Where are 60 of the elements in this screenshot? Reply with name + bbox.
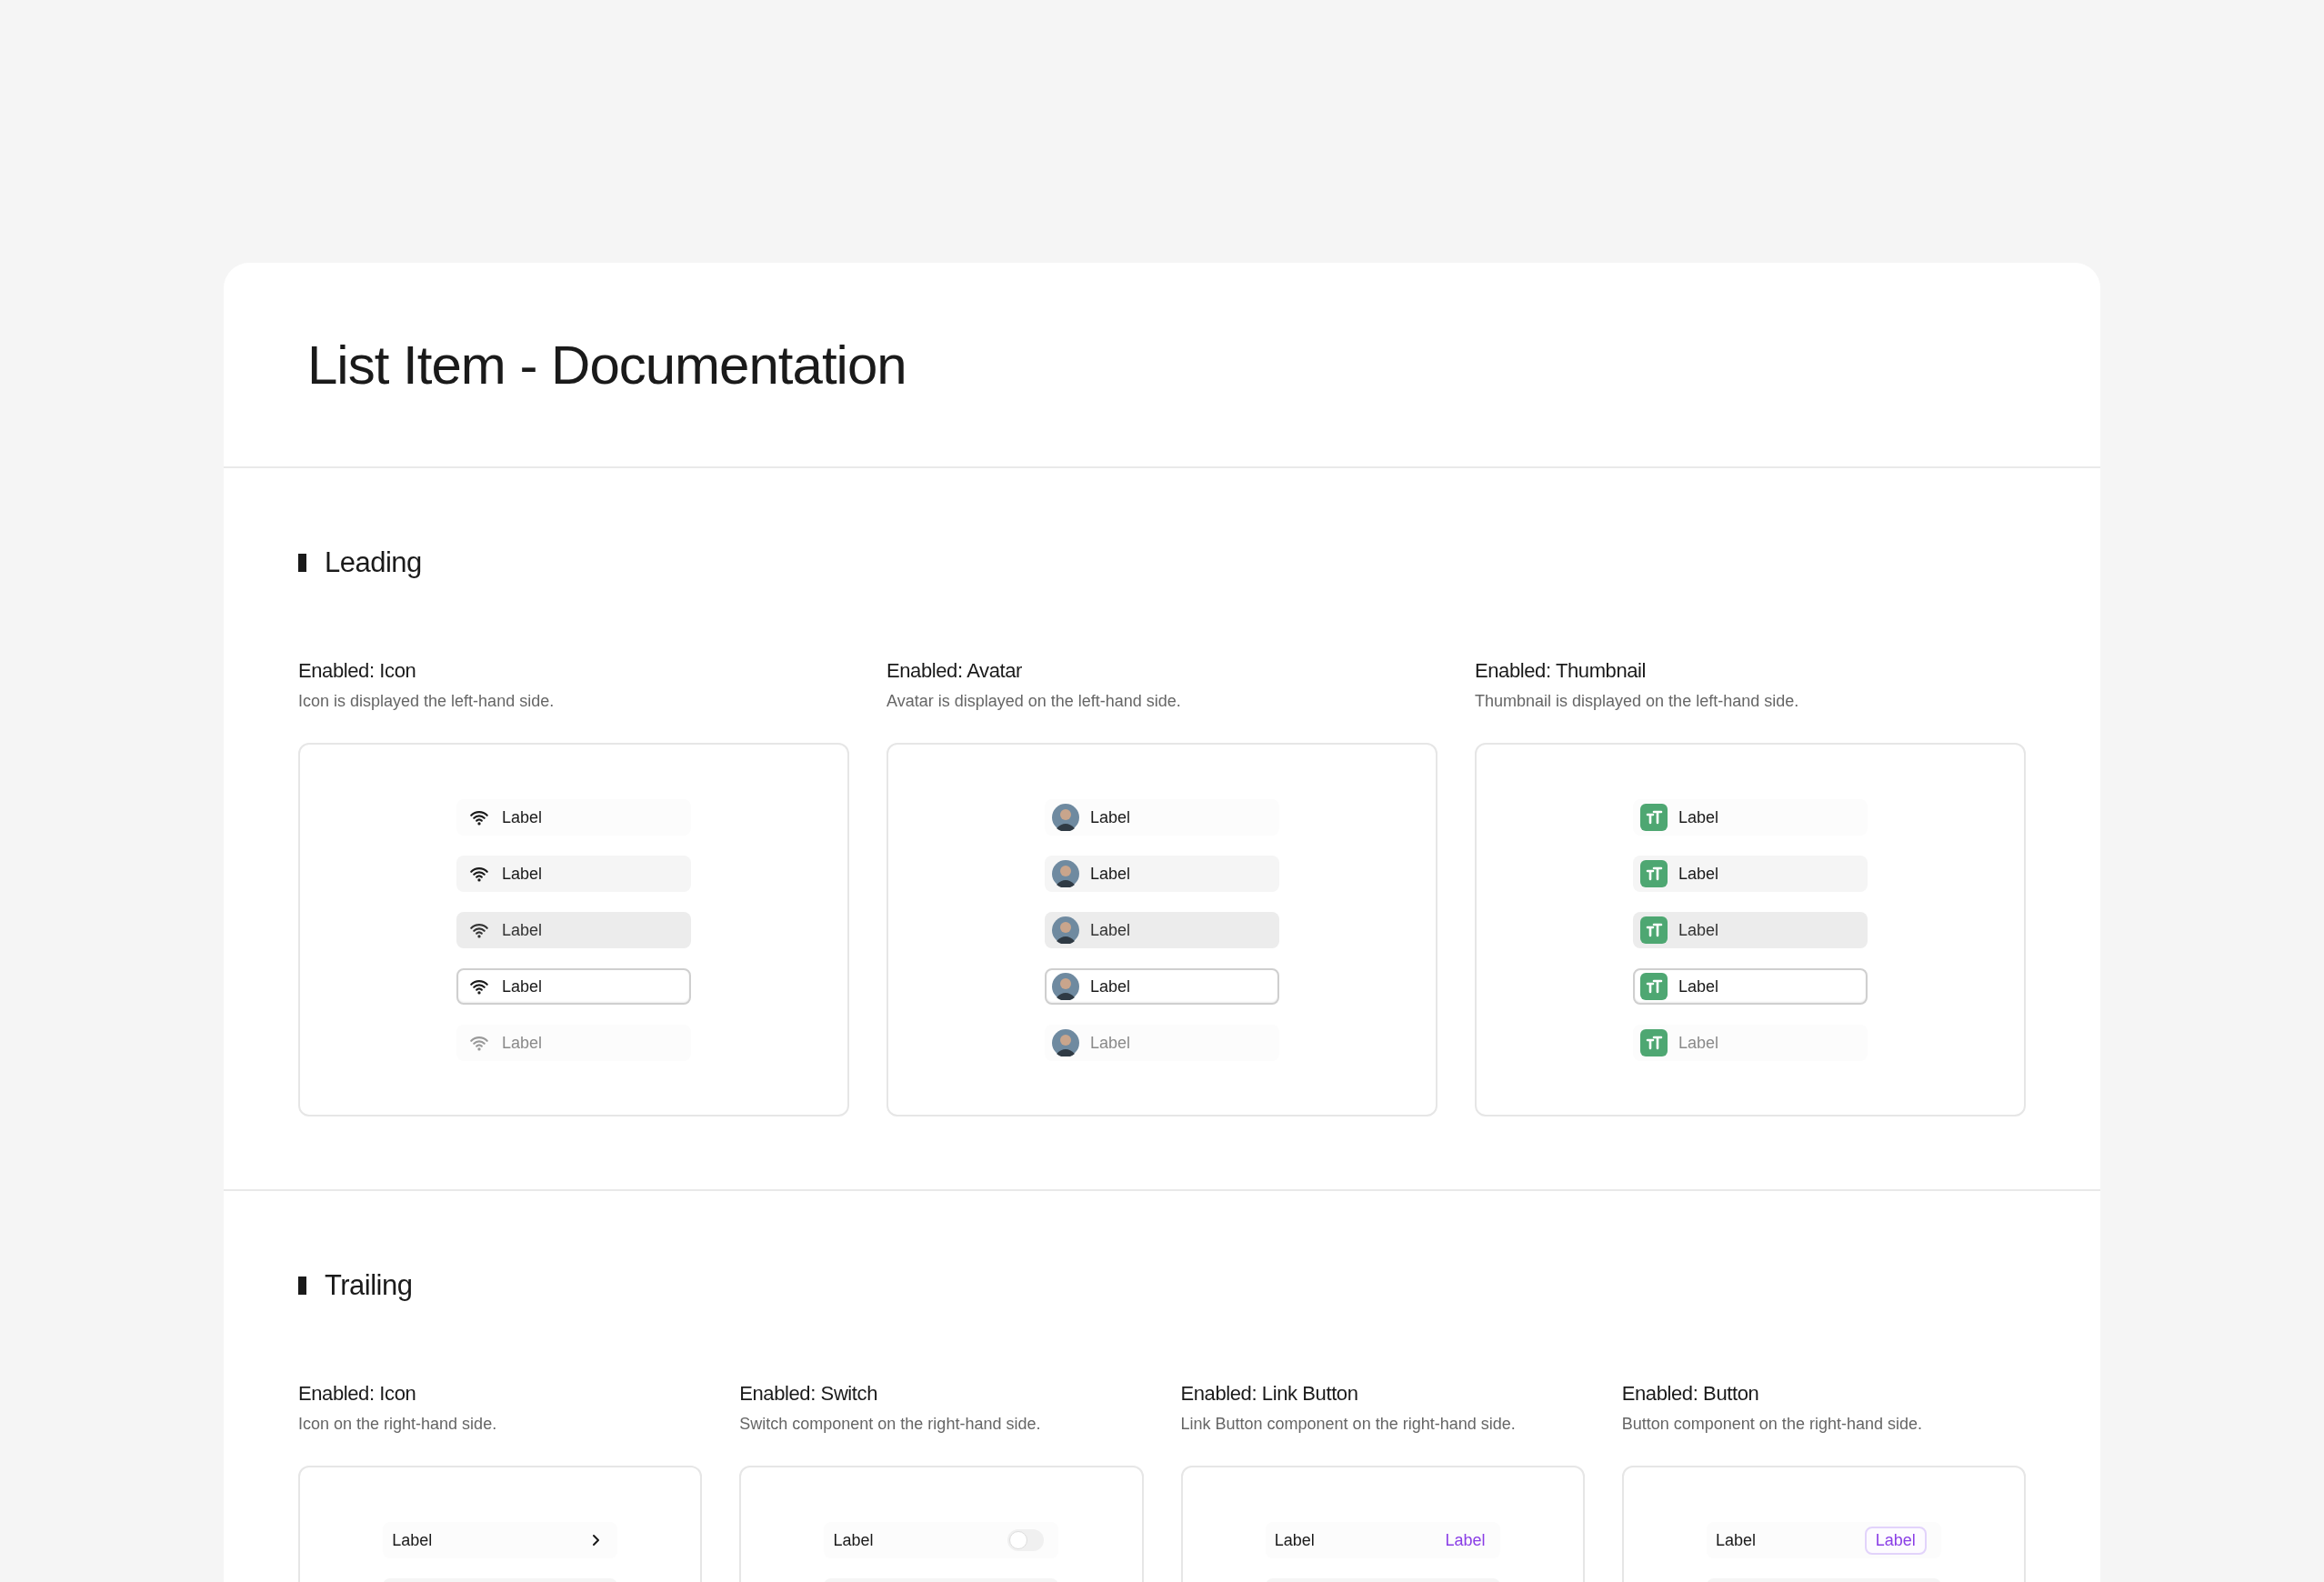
list-item[interactable]: Label [1045, 856, 1279, 892]
list-item[interactable]: Label [456, 968, 691, 1005]
avatar-icon [1052, 973, 1079, 1000]
example-title: Enabled: Thumbnail [1475, 658, 1648, 684]
item-label: Label [502, 1033, 543, 1053]
toggle-switch[interactable] [1007, 1529, 1045, 1551]
item-label: Label [1090, 920, 1131, 940]
section-heading: Leading [325, 546, 422, 579]
section-marker [298, 1277, 306, 1295]
example-title: Enabled: Icon [298, 1381, 417, 1407]
example-title: Enabled: Avatar [887, 658, 1023, 684]
item-label: Label [392, 1530, 433, 1550]
item-label: Label [1090, 976, 1131, 996]
item-button[interactable]: Label [1864, 1526, 1927, 1555]
item-label: Label [1090, 1033, 1131, 1053]
item-label: Label [1274, 1530, 1315, 1550]
text-size-icon [1640, 916, 1668, 944]
item-label: Label [502, 976, 543, 996]
list-item[interactable]: Label [1045, 968, 1279, 1005]
page-title: List Item - Documentation [307, 333, 907, 396]
list-item[interactable]: Label [1045, 912, 1279, 948]
list-item[interactable]: Label [456, 856, 691, 892]
list-item[interactable]: Label [1633, 856, 1868, 892]
avatar-icon [1052, 1029, 1079, 1056]
example-description: Thumbnail is displayed on the left-hand side. [1475, 691, 1800, 712]
item-label: Label [502, 920, 543, 940]
item-label: Label [1678, 920, 1719, 940]
avatar-icon [1052, 916, 1079, 944]
item-label: Label [1090, 807, 1131, 827]
item-label: Label [833, 1530, 874, 1550]
item-label: Label [1678, 1033, 1719, 1053]
text-size-icon [1640, 860, 1668, 887]
example-description: Icon is displayed the left-hand side. [298, 691, 556, 712]
item-label: Label [1715, 1530, 1756, 1550]
section-heading: Trailing [325, 1269, 413, 1302]
example-description: Avatar is displayed on the left-hand side. [887, 691, 1182, 712]
item-label: Label [1090, 864, 1131, 884]
example-title: Enabled: Icon [298, 658, 417, 684]
example-description: Icon on the right-hand side. [298, 1414, 498, 1435]
avatar-icon [1052, 804, 1079, 831]
item-label: Label [502, 807, 543, 827]
item-label: Label [1678, 864, 1719, 884]
example-title: Enabled: Link Button [1180, 1381, 1359, 1407]
text-size-icon [1640, 804, 1668, 831]
example-description: Button component on the right-hand side. [1621, 1414, 1923, 1435]
list-item[interactable]: Label [1633, 912, 1868, 948]
item-label: Label [1678, 807, 1719, 827]
item-label: Label [1678, 976, 1719, 996]
item-label: Label [502, 864, 543, 884]
example-description: Switch component on the right-hand side. [739, 1414, 1042, 1435]
example-title: Enabled: Button [1621, 1381, 1760, 1407]
list-item[interactable]: Label [456, 912, 691, 948]
section-marker [298, 554, 306, 572]
example-description: Link Button component on the right-hand side. [1180, 1414, 1517, 1435]
text-size-icon [1640, 1029, 1668, 1056]
list-item[interactable]: Label [1633, 968, 1868, 1005]
text-size-icon [1640, 973, 1668, 1000]
avatar-icon [1052, 860, 1079, 887]
link-button[interactable]: Label [1445, 1530, 1486, 1550]
example-title: Enabled: Switch [739, 1381, 878, 1407]
